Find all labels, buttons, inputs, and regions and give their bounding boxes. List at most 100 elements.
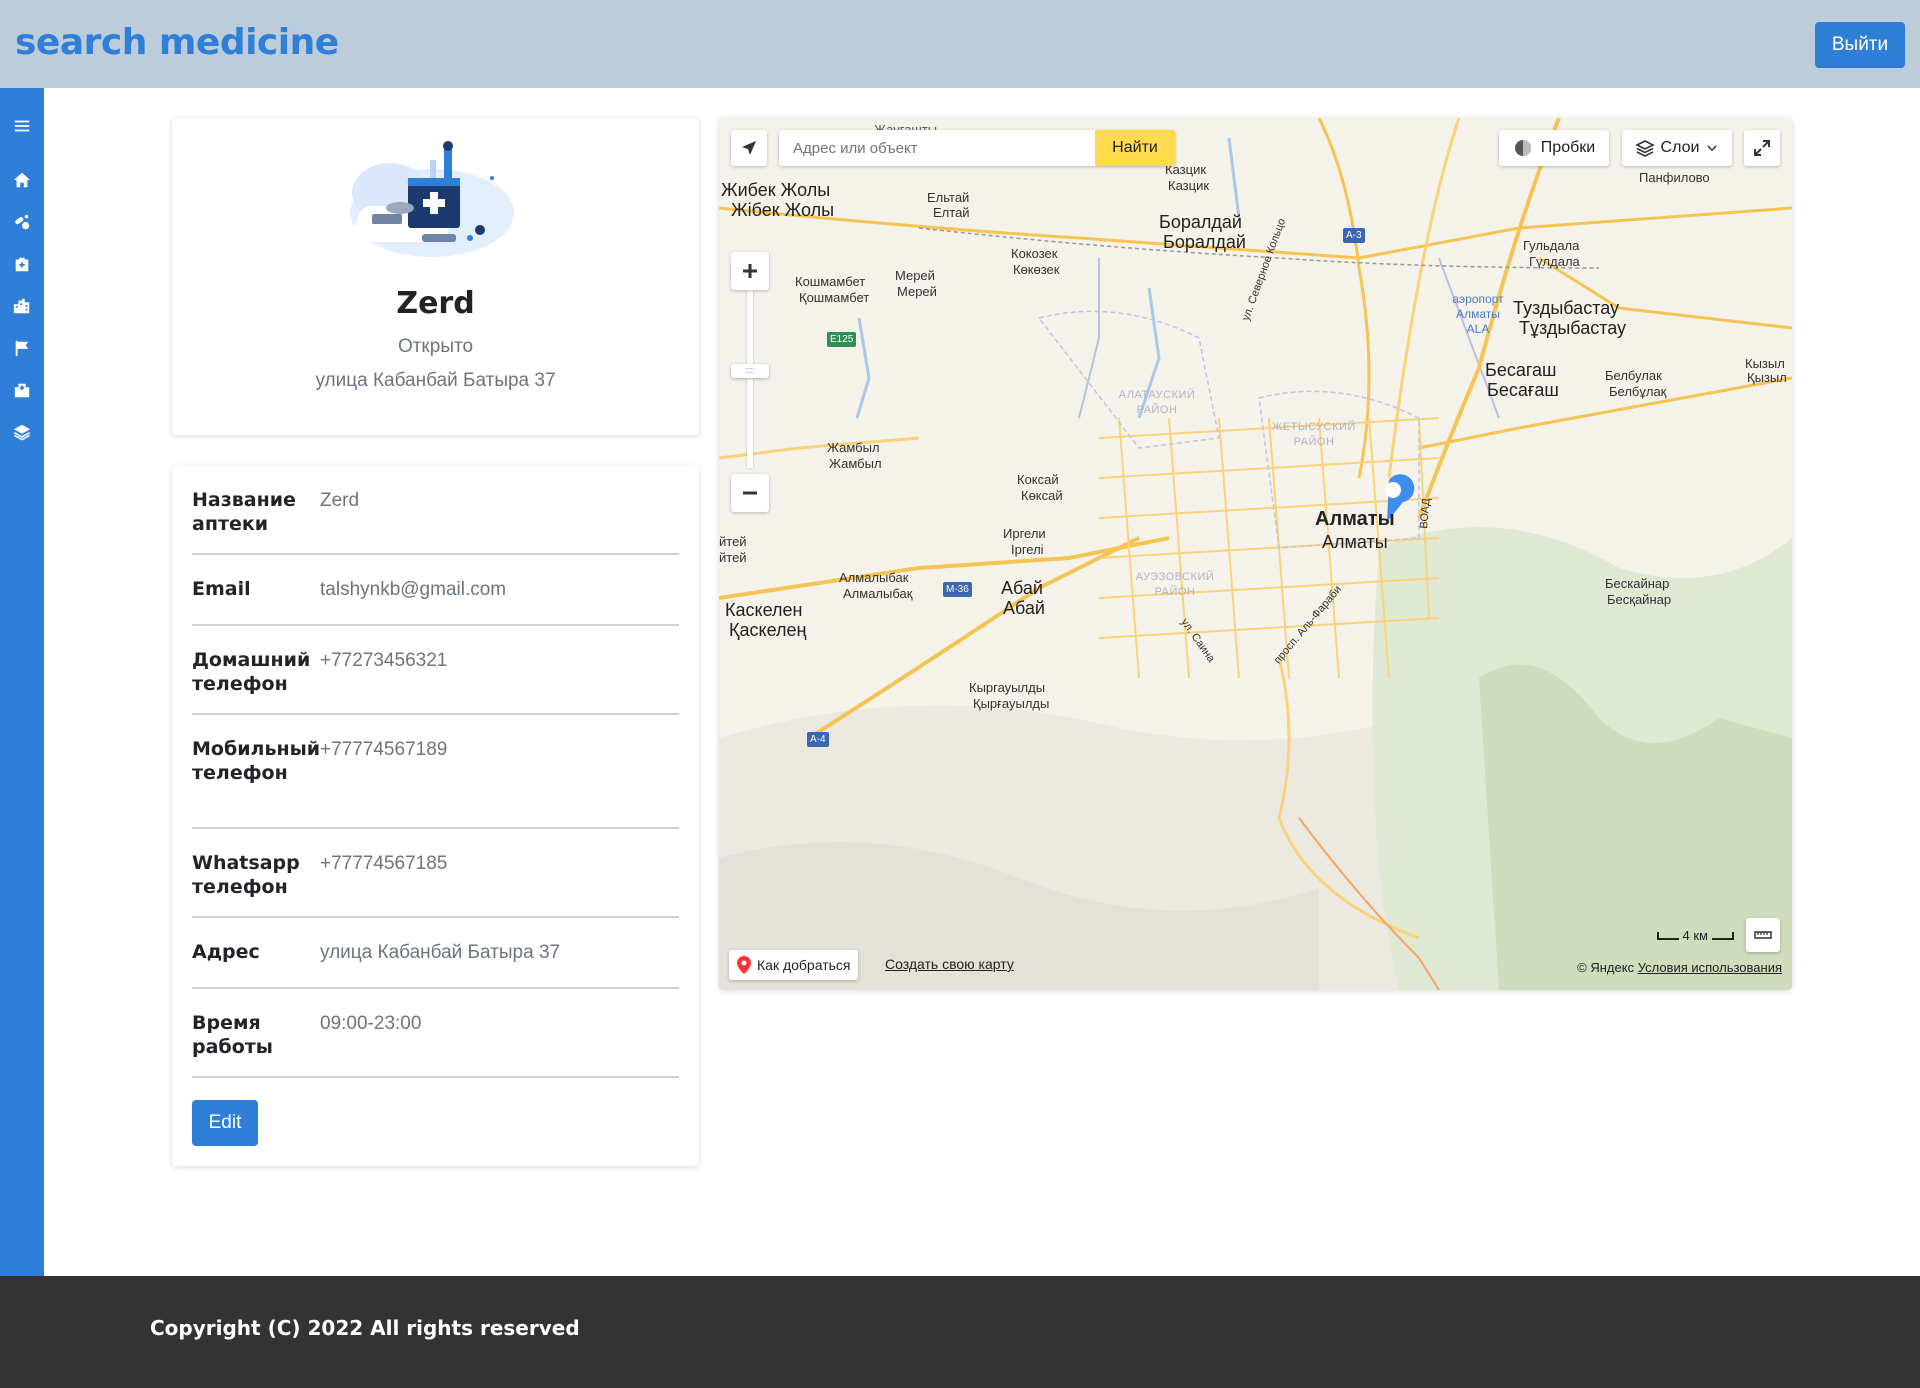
map-label: йтей xyxy=(719,534,747,549)
detail-value: talshynkb@gmail.com xyxy=(320,579,507,600)
map-label: Көксай xyxy=(1021,488,1063,503)
road-badge: E125 xyxy=(827,332,857,347)
pharmacy-profile-card: Zerd Открыто улица Кабанбай Батыра 37 xyxy=(172,118,699,435)
fullscreen-button[interactable] xyxy=(1744,130,1780,166)
traffic-icon xyxy=(1514,140,1531,156)
map-label: Бесагаш xyxy=(1485,360,1557,380)
layers-icon xyxy=(1634,140,1655,157)
pharmacy-address: улица Кабанбай Батыра 37 xyxy=(315,370,556,391)
map-background xyxy=(719,118,1792,990)
pharmacy-illustration xyxy=(342,138,527,263)
map-search-button[interactable]: Найти xyxy=(1095,130,1175,166)
map-label: Белбулак xyxy=(1605,368,1662,383)
map-label: аэропорт Алматы ALA xyxy=(1452,292,1504,336)
geolocation-button[interactable] xyxy=(731,130,767,166)
red-pin-icon xyxy=(737,956,751,974)
detail-row-hours: Время работы 09:00-23:00 xyxy=(192,989,679,1078)
layers-icon[interactable] xyxy=(12,422,32,442)
map-label: Каскелен xyxy=(725,600,803,620)
detail-row-mobile-phone: Мобильный телефон +77774567189 xyxy=(192,715,679,829)
map-label: Абай xyxy=(1003,598,1045,618)
map-label: Кошмамбет xyxy=(795,274,866,289)
map-label: йтей xyxy=(719,550,747,565)
scale-bar-right xyxy=(1712,931,1734,940)
yandex-copyright: © Яндекс xyxy=(1577,960,1635,975)
detail-label: Название аптеки xyxy=(192,489,296,535)
expand-icon xyxy=(1754,140,1770,156)
map-label: Коксай xyxy=(1017,472,1059,487)
map-label: Кызыл xyxy=(1745,356,1785,371)
hospital-icon[interactable] xyxy=(12,380,32,400)
map-label: Алмалыбақ xyxy=(843,586,913,601)
map-label: Қызыл xyxy=(1747,370,1787,385)
ruler-icon xyxy=(1754,931,1772,939)
zoom-slider-thumb[interactable]: :::: xyxy=(731,364,769,378)
map-label: Бесқайнар xyxy=(1607,592,1672,607)
detail-label: Email xyxy=(192,578,251,600)
detail-value: +77774567185 xyxy=(320,853,448,874)
brand-logo[interactable]: search medicine xyxy=(15,22,339,63)
map-widget[interactable]: Жаугашты Жибек Жолы Жібек Жолы Ельтай Ел… xyxy=(719,118,1792,990)
detail-value: улица Кабанбай Батыра 37 xyxy=(320,942,561,963)
road-badge: A-3 xyxy=(1343,228,1365,243)
detail-label: Домашний телефон xyxy=(192,649,311,695)
map-label: Алматы xyxy=(1315,508,1395,530)
map-label: Қошмамбет xyxy=(799,290,870,305)
layers-label: Слои xyxy=(1660,139,1700,156)
map-label: Бесағаш xyxy=(1487,380,1559,400)
map-canvas[interactable]: Жаугашты Жибек Жолы Жібек Жолы Ельтай Ел… xyxy=(719,118,1792,990)
road-badge: A-4 xyxy=(807,732,829,747)
map-scale: 4 км xyxy=(1656,928,1734,943)
menu-icon[interactable] xyxy=(12,116,32,136)
map-label: Белбұлақ xyxy=(1609,384,1667,399)
zoom-out-button[interactable] xyxy=(731,474,769,512)
first-aid-kit-icon[interactable] xyxy=(12,254,32,274)
zoom-slider-track[interactable] xyxy=(747,288,753,468)
map-label: Панфилово xyxy=(1639,170,1710,185)
map-label: Кокозек xyxy=(1011,246,1058,261)
detail-label: Whatsapp телефон xyxy=(192,852,300,898)
map-label: Казцик xyxy=(1168,178,1210,193)
footer-copyright: Copyright (C) 2022 All rights reserved xyxy=(150,1316,580,1340)
navigation-arrow-icon xyxy=(742,141,756,155)
detail-label: Адрес xyxy=(192,941,260,963)
detail-label: Мобильный телефон xyxy=(192,738,321,784)
detail-value: +77774567189 xyxy=(320,739,448,760)
route-label: Как добраться xyxy=(757,957,851,973)
scale-bar-left xyxy=(1656,931,1679,940)
map-label: Боралдай xyxy=(1163,232,1246,252)
detail-value: Zerd xyxy=(320,490,360,511)
terms-link[interactable]: Условия использования xyxy=(1638,960,1782,975)
layers-button[interactable]: Слои xyxy=(1622,130,1732,166)
edit-button[interactable]: Edit xyxy=(192,1100,258,1146)
map-label: АЛАТАУСКИЙ РАЙОН xyxy=(1118,389,1196,416)
pills-icon[interactable] xyxy=(12,212,32,232)
map-label: Гульдала xyxy=(1523,238,1580,253)
top-navbar: search medicine Выйти xyxy=(0,0,1920,88)
map-label: Мерей xyxy=(895,268,935,283)
map-search-input[interactable] xyxy=(779,130,1095,166)
zoom-in-button[interactable] xyxy=(731,252,769,290)
logout-button[interactable]: Выйти xyxy=(1815,22,1905,68)
map-label: Жібек Жолы xyxy=(731,200,835,220)
route-button[interactable]: Как добраться xyxy=(729,950,859,980)
scale-label: 4 км xyxy=(1682,928,1708,943)
traffic-label: Пробки xyxy=(1540,139,1596,156)
map-label: ЖЕТЫСУСКИЙ РАЙОН xyxy=(1272,421,1356,448)
home-icon[interactable] xyxy=(12,170,32,190)
traffic-button[interactable]: Пробки xyxy=(1499,130,1609,166)
detail-row-name: Название аптеки Zerd xyxy=(192,466,679,555)
map-label: Кыргауылды xyxy=(969,680,1046,695)
city-icon[interactable] xyxy=(12,296,32,316)
map-label: Боралдай xyxy=(1159,212,1242,232)
detail-value: 09:00-23:00 xyxy=(320,1013,422,1034)
map-label: Жамбыл xyxy=(829,456,882,471)
map-label: Жибек Жолы xyxy=(721,180,831,200)
flag-icon[interactable] xyxy=(12,338,32,358)
create-map-link[interactable]: Создать свою карту xyxy=(885,956,1014,972)
footer: Copyright (C) 2022 All rights reserved xyxy=(0,1276,1920,1388)
map-label: Елтай xyxy=(933,205,970,220)
pharmacy-name: Zerd xyxy=(396,286,475,321)
ruler-button[interactable] xyxy=(1746,918,1780,952)
map-label: Көкөзек xyxy=(1013,262,1060,277)
